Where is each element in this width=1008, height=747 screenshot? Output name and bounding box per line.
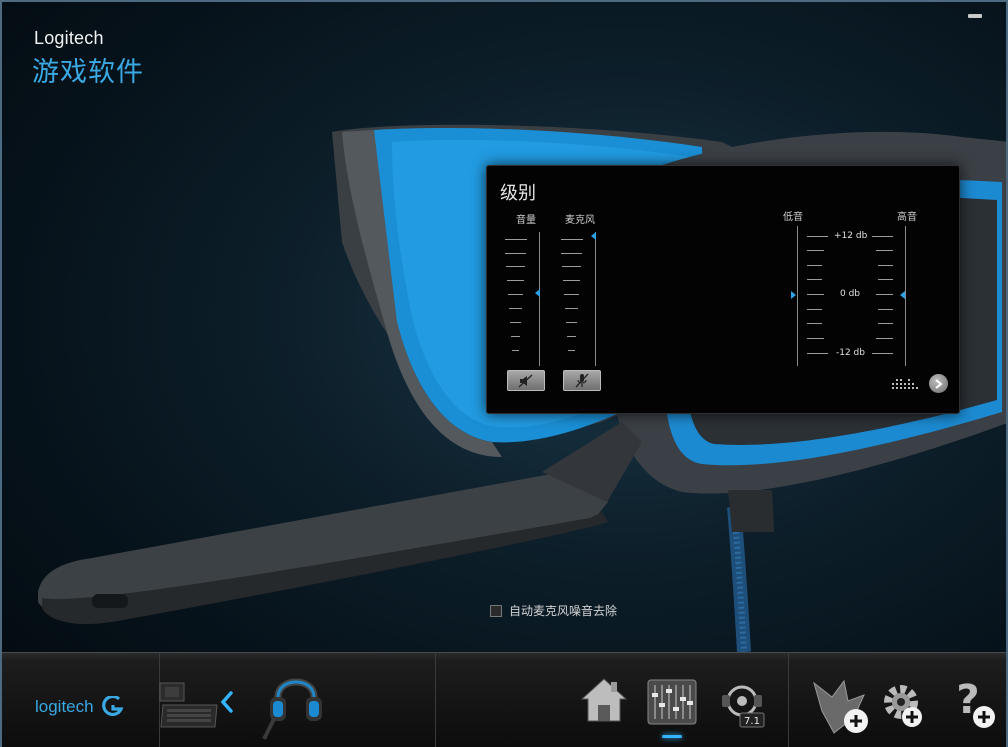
mic-muted-icon [575,373,589,388]
levels-panel: 级别 音量 麦克风 低音 高音 +12 db 0 db -12 db [486,165,960,414]
db-mid-label: 0 db [840,289,861,299]
chevron-right-icon [935,378,943,389]
db-bottom-label: -12 db [836,348,865,358]
mic-label: 麦克风 [565,215,595,226]
volume-slider[interactable] [505,232,545,367]
volume-label: 音量 [516,215,536,226]
db-top-label: +12 db [834,231,868,241]
mic-slider[interactable] [561,232,601,367]
volume-mute-button[interactable] [507,370,545,391]
brand-name: Logitech [34,28,104,48]
equalizer-icon[interactable] [647,679,697,725]
settings-icon[interactable] [878,679,924,729]
surround-7-1-icon[interactable]: 7.1 [716,681,768,729]
active-tab-indicator [662,735,682,738]
help-icon[interactable]: ? [946,675,1000,731]
treble-slider-thumb[interactable] [900,290,905,299]
app-window: Logitech 游戏软件 级别 音量 麦克风 低音 高音 +12 db 0 d… [0,0,1008,747]
equalizer-settings-icon[interactable] [892,377,918,389]
headset-device-icon[interactable] [260,667,332,743]
minimize-button[interactable] [968,14,982,18]
bass-label: 低音 [783,212,803,223]
mic-mute-button[interactable] [563,370,601,391]
noise-cancel-label: 自动麦克风噪音去除 [509,604,618,618]
logitech-logo: logitech [35,694,124,717]
bass-slider[interactable] [791,226,825,366]
next-button[interactable] [929,374,948,393]
noise-cancel-option[interactable]: 自动麦克风噪音去除 [490,602,617,619]
home-icon[interactable] [578,675,630,725]
mic-slider-thumb[interactable] [591,232,596,240]
bottom-nav-bar: logitech 7.1 ? [2,652,1006,747]
speaker-muted-icon [518,374,533,387]
noise-cancel-checkbox[interactable] [490,604,502,617]
gaming-mode-icon[interactable] [808,677,872,737]
treble-slider[interactable] [899,226,909,366]
keyboard-device-icon[interactable] [159,677,221,731]
volume-slider-thumb[interactable] [535,289,540,297]
svg-text:7.1: 7.1 [744,716,760,727]
levels-title: 级别 [500,183,536,204]
logitech-g-icon [102,694,124,717]
chevron-left-icon[interactable] [219,691,235,713]
treble-label: 高音 [897,212,917,223]
app-title: 游戏软件 [32,57,144,88]
logo-text: logitech [35,697,94,716]
bass-slider-thumb[interactable] [791,290,796,299]
